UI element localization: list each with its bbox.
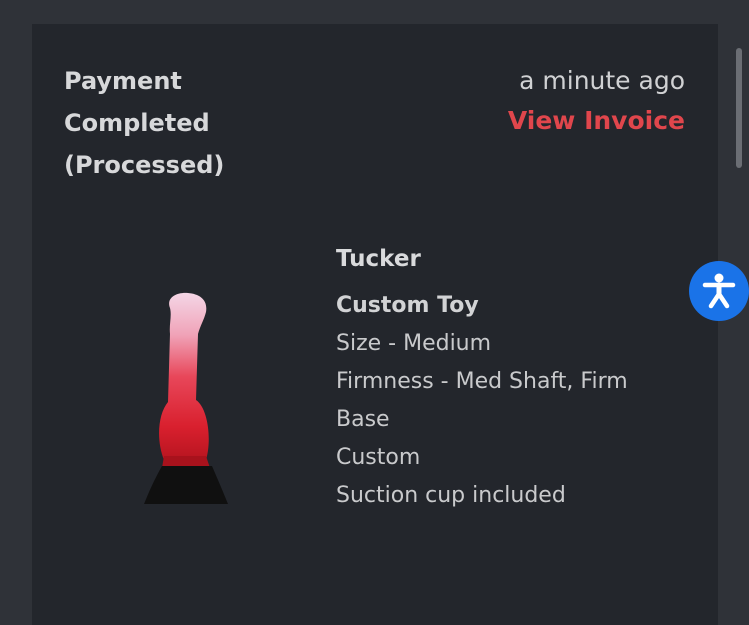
accessibility-button[interactable] <box>689 261 749 321</box>
product-name: Tucker <box>336 246 421 272</box>
status-line: Completed <box>64 109 210 137</box>
product-option: Suction cup included <box>336 483 566 508</box>
product-type: Custom Toy <box>336 293 479 318</box>
product-option: Firmness - Med Shaft, Firm <box>336 369 628 394</box>
page: Payment Completed (Processed) a minute a… <box>0 0 749 625</box>
product-option: Size - Medium <box>336 331 492 356</box>
payment-status: Payment Completed (Processed) <box>64 60 304 186</box>
product-details: Tucker Custom Toy Size - Medium Firmness… <box>336 240 696 515</box>
view-invoice-link[interactable]: View Invoice <box>508 100 685 142</box>
product-image <box>136 290 236 510</box>
order-notification-card: Payment Completed (Processed) a minute a… <box>32 24 718 625</box>
accessibility-icon <box>702 273 736 309</box>
status-line: Payment <box>64 67 182 95</box>
status-line: (Processed) <box>64 151 225 179</box>
scrollbar[interactable] <box>736 48 742 168</box>
timestamp: a minute ago <box>519 66 685 95</box>
product-option: Custom <box>336 445 421 470</box>
product-option: Base <box>336 407 390 432</box>
